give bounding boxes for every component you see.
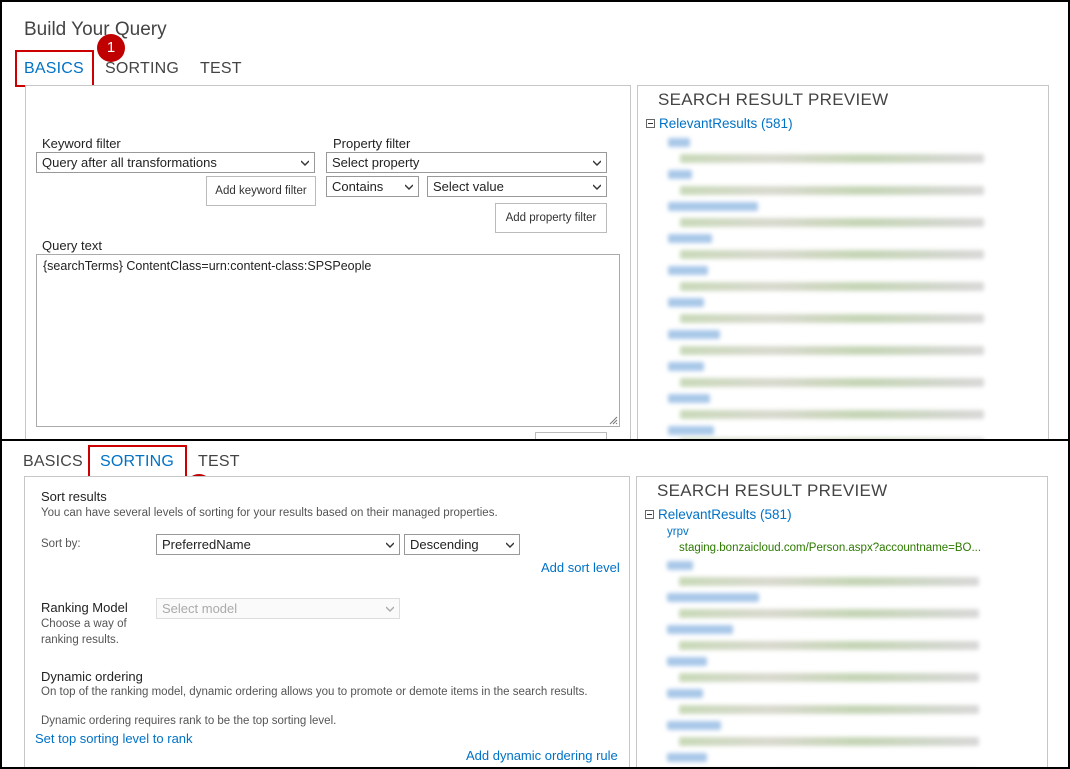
list-item (668, 298, 704, 307)
query-basics-pane: Keyword filter Query after all transform… (25, 85, 631, 439)
resize-grip-icon (609, 416, 618, 425)
tab-basics[interactable]: BASICS (24, 60, 84, 78)
sort-by-label: Sort by: (41, 538, 81, 550)
tree-collapse-icon (646, 118, 655, 128)
keyword-filter-label: Keyword filter (42, 136, 121, 151)
list-item (680, 218, 984, 227)
add-sort-level-link[interactable]: Add sort level (541, 560, 620, 575)
list-item (679, 705, 979, 714)
basics-screenshot-panel: Build Your Query 1 BASICS SORTING TEST K… (0, 0, 1070, 441)
list-item (680, 186, 984, 195)
relevant-results-node[interactable]: RelevantResults (581) (646, 116, 793, 131)
list-item (668, 202, 758, 211)
list-item (668, 394, 710, 403)
chevron-down-icon (593, 160, 601, 166)
chevron-down-icon (386, 606, 394, 612)
tab-basics[interactable]: BASICS (23, 453, 83, 471)
operator-value: Contains (332, 179, 384, 194)
list-item (680, 154, 984, 163)
list-item (668, 138, 690, 147)
chevron-down-icon (506, 542, 514, 548)
list-item (668, 330, 720, 339)
list-item (668, 234, 712, 243)
property-value-select[interactable]: Select value (427, 176, 607, 197)
query-text-label: Query text (42, 238, 102, 253)
list-item (667, 625, 733, 634)
chevron-down-icon (386, 542, 394, 548)
property-value-value: Select value (433, 179, 504, 194)
property-filter-label: Property filter (333, 136, 411, 151)
chevron-down-icon (405, 184, 413, 190)
ranking-model-select[interactable]: Select model (156, 598, 400, 619)
list-item (668, 426, 714, 435)
dynamic-ordering-requirement: Dynamic ordering requires rank to be the… (41, 715, 337, 727)
list-item (679, 609, 979, 618)
tab-test[interactable]: TEST (200, 60, 242, 78)
query-text-value: {searchTerms} ContentClass=urn:content-c… (43, 259, 372, 273)
list-item (680, 250, 984, 259)
add-property-filter-button[interactable]: Add property filter (495, 203, 607, 233)
list-item (668, 266, 708, 275)
result-name[interactable]: yrpv (667, 526, 689, 538)
list-item (667, 689, 703, 698)
set-top-sorting-level-link[interactable]: Set top sorting level to rank (35, 731, 193, 746)
list-item (679, 577, 979, 586)
dialog-title: Build Your Query (24, 19, 167, 40)
relevant-results-label: RelevantResults (581) (658, 507, 792, 522)
sort-direction-select[interactable]: Descending (404, 534, 520, 555)
relevant-results-label: RelevantResults (581) (659, 116, 793, 131)
ranking-model-title: Ranking Model (41, 600, 128, 615)
list-item (680, 346, 984, 355)
list-item (679, 737, 979, 746)
list-item (680, 378, 984, 387)
list-item (668, 362, 704, 371)
query-sorting-pane: Sort results You can have several levels… (24, 476, 630, 767)
dynamic-ordering-description: On top of the ranking model, dynamic ord… (41, 686, 588, 698)
sort-field-value: PreferredName (162, 537, 251, 552)
ranking-model-description: Choose a way of ranking results. (41, 618, 127, 646)
list-item (667, 593, 759, 602)
keyword-filter-value: Query after all transformations (42, 155, 217, 170)
list-item (680, 410, 984, 419)
add-dynamic-ordering-rule-link[interactable]: Add dynamic ordering rule (466, 748, 618, 763)
keyword-filter-select[interactable]: Query after all transformations (36, 152, 315, 173)
list-item (667, 657, 707, 666)
property-filter-value: Select property (332, 155, 420, 170)
preview-title: SEARCH RESULT PREVIEW (657, 481, 888, 500)
chevron-down-icon (593, 184, 601, 190)
sort-direction-value: Descending (410, 537, 479, 552)
list-item (667, 753, 707, 762)
list-item (667, 561, 693, 570)
sorting-screenshot-panel: 2 BASICS SORTING TEST Sort results You c… (0, 439, 1070, 769)
preview-title: SEARCH RESULT PREVIEW (658, 90, 889, 109)
list-item (680, 314, 984, 323)
list-item (668, 170, 692, 179)
tab-sorting[interactable]: SORTING (105, 60, 179, 78)
result-url[interactable]: staging.bonzaicloud.com/Person.aspx?acco… (679, 542, 981, 554)
search-result-preview-pane: SEARCH RESULT PREVIEW RelevantResults (5… (637, 85, 1049, 439)
property-filter-select[interactable]: Select property (326, 152, 607, 173)
sort-field-select[interactable]: PreferredName (156, 534, 400, 555)
relevant-results-node[interactable]: RelevantResults (581) (645, 507, 792, 522)
sort-results-title: Sort results (41, 489, 107, 504)
operator-select[interactable]: Contains (326, 176, 419, 197)
step-badge: 1 (97, 34, 125, 62)
sort-results-description: You can have several levels of sorting f… (41, 507, 498, 519)
add-keyword-filter-button[interactable]: Add keyword filter (206, 176, 316, 206)
chevron-down-icon (301, 160, 309, 166)
list-item (680, 282, 984, 291)
tree-collapse-icon (645, 509, 654, 519)
list-item (679, 641, 979, 650)
tab-test[interactable]: TEST (198, 453, 240, 471)
query-text-input[interactable]: {searchTerms} ContentClass=urn:content-c… (36, 254, 620, 427)
dynamic-ordering-title: Dynamic ordering (41, 669, 143, 684)
list-item (679, 673, 979, 682)
list-item (667, 721, 721, 730)
search-result-preview-pane: SEARCH RESULT PREVIEW RelevantResults (5… (636, 476, 1048, 767)
ranking-model-placeholder: Select model (162, 601, 238, 616)
tab-sorting[interactable]: SORTING (100, 453, 174, 471)
